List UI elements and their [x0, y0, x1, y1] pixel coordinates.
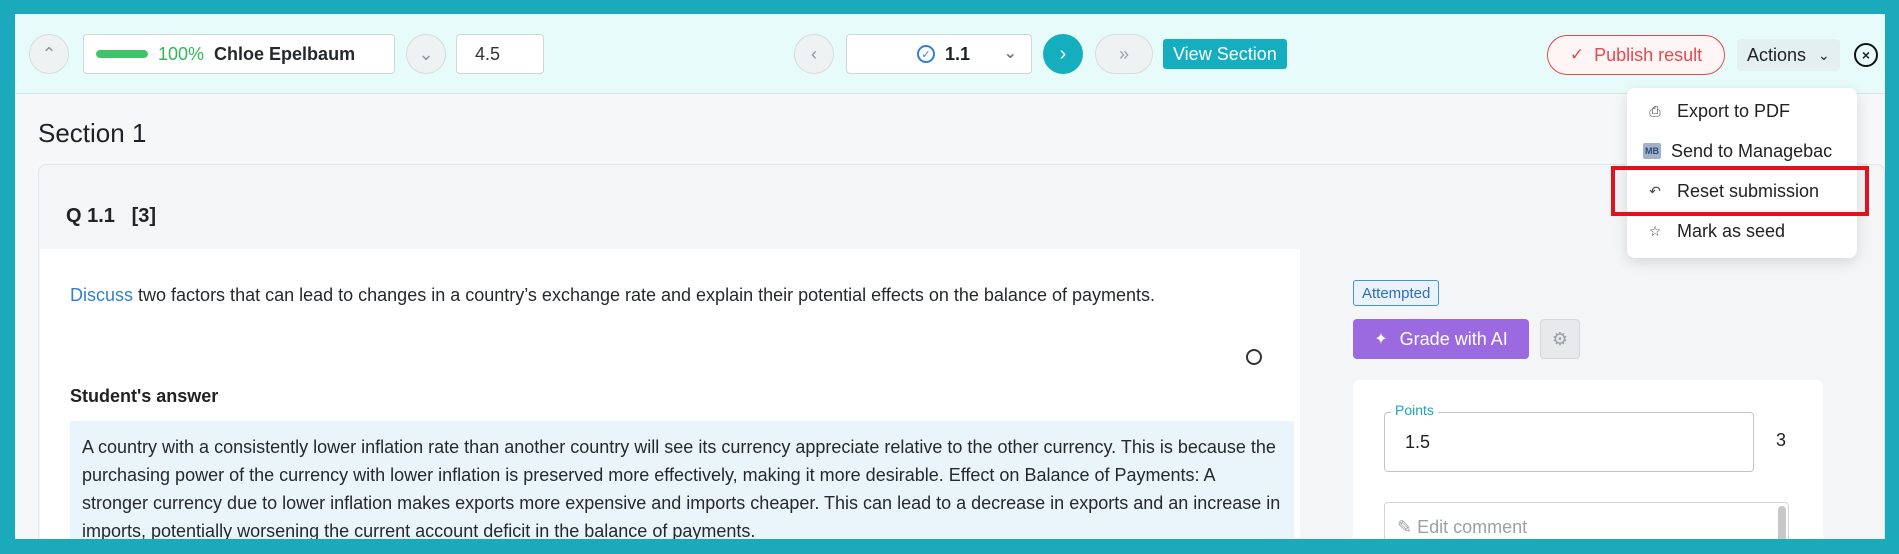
question-selector[interactable]: ✓ 1.1 ⌄	[846, 34, 1032, 74]
actions-menu-button[interactable]: Actions ⌄	[1737, 39, 1840, 71]
menu-item-label: Reset submission	[1677, 180, 1820, 201]
check-circle-icon: ✓	[917, 45, 935, 63]
question-panel: Discuss two factors that can lead to cha…	[40, 249, 1300, 539]
managebac-icon: MB	[1643, 143, 1661, 159]
points-label: Points	[1391, 402, 1438, 418]
view-section-button[interactable]: View Section	[1163, 39, 1287, 69]
check-icon: ✓	[1569, 45, 1585, 64]
magic-wand-icon: ✦	[1374, 331, 1388, 348]
question-label: Q 1.1 [3]	[66, 205, 156, 228]
last-question-button[interactable]: »	[1095, 34, 1153, 74]
menu-item-label: Send to Managebac	[1671, 140, 1833, 161]
comment-scrollbar[interactable]	[1778, 506, 1786, 539]
total-score-field[interactable]: 4.5	[456, 34, 544, 74]
chevron-left-icon: ‹	[811, 43, 817, 64]
question-number: Q 1.1	[66, 205, 115, 227]
chevron-right-icon: ›	[1059, 42, 1067, 65]
next-question-button[interactable]: ›	[1043, 34, 1083, 74]
comment-field[interactable]: ✎ Edit comment	[1384, 502, 1789, 539]
menu-item-mark-as-seed[interactable]: ☆ Mark as seed	[1627, 212, 1857, 250]
publish-result-button[interactable]: ✓ Publish result	[1547, 35, 1725, 75]
chevron-down-icon: ⌄	[1818, 46, 1830, 63]
reset-icon: ↶	[1649, 182, 1661, 199]
progress-bar-fill	[96, 50, 148, 58]
student-answer: A country with a consistently lower infl…	[70, 421, 1294, 539]
double-chevron-right-icon: »	[1118, 43, 1129, 64]
student-name: Chloe Epelbaum	[214, 43, 356, 64]
printer-icon: ⎙	[1649, 102, 1661, 119]
points-value: 1.5	[1405, 431, 1431, 452]
points-panel: 1.5 Points 3 ✎ Edit comment	[1353, 380, 1823, 539]
app-frame: ⌃ 100% Chloe Epelbaum ⌄ 4.5 ‹ ✓ 1.1 ⌄ › …	[15, 14, 1885, 539]
prompt-text: two factors that can lead to changes in …	[138, 285, 1156, 305]
gear-icon: ⚙	[1551, 328, 1569, 349]
menu-item-reset-submission[interactable]: ↶ Reset submission	[1627, 172, 1857, 210]
answer-heading: Student's answer	[70, 386, 219, 406]
publish-result-label: Publish result	[1594, 44, 1703, 65]
pencil-icon: ✎	[1397, 517, 1413, 537]
chevron-down-icon: ⌄	[1003, 45, 1017, 62]
close-icon[interactable]: ×	[1854, 43, 1878, 67]
previous-student-button[interactable]: ⌃	[29, 34, 69, 74]
menu-item-label: Export to PDF	[1677, 100, 1791, 121]
comment-placeholder: Edit comment	[1417, 517, 1528, 537]
question-selector-value: 1.1	[945, 43, 971, 64]
points-max: 3	[1776, 430, 1787, 450]
star-icon: ☆	[1648, 222, 1662, 239]
ai-settings-button[interactable]: ⚙	[1540, 319, 1580, 359]
status-badge: Attempted	[1353, 280, 1440, 306]
total-score-value: 4.5	[475, 43, 501, 64]
points-input[interactable]: 1.5	[1384, 412, 1754, 472]
question-prompt: Discuss two factors that can lead to cha…	[70, 285, 1155, 306]
progress-bar	[96, 50, 148, 58]
menu-item-label: Mark as seed	[1677, 220, 1786, 241]
command-term-link[interactable]: Discuss	[70, 285, 133, 305]
chevron-up-icon: ⌃	[41, 43, 57, 64]
question-marks: [3]	[131, 205, 157, 227]
grade-with-ai-button[interactable]: ✦ Grade with AI	[1353, 319, 1529, 359]
grade-with-ai-label: Grade with AI	[1399, 328, 1508, 349]
menu-item-export-pdf[interactable]: ⎙ Export to PDF	[1627, 92, 1857, 130]
grading-toolbar: ⌃ 100% Chloe Epelbaum ⌄ 4.5 ‹ ✓ 1.1 ⌄ › …	[15, 14, 1885, 94]
student-selector[interactable]: 100% Chloe Epelbaum	[83, 34, 395, 74]
progress-percent: 100%	[158, 43, 205, 64]
menu-item-send-managebac[interactable]: MB Send to Managebac	[1627, 132, 1857, 170]
actions-label: Actions	[1747, 44, 1807, 65]
chevron-down-icon: ⌄	[418, 43, 434, 64]
section-title: Section 1	[38, 118, 147, 148]
next-student-button[interactable]: ⌄	[406, 34, 446, 74]
actions-dropdown: ⎙ Export to PDF MB Send to Managebac ↶ R…	[1627, 88, 1857, 258]
previous-question-button[interactable]: ‹	[794, 34, 834, 74]
history-icon[interactable]	[1246, 349, 1262, 365]
